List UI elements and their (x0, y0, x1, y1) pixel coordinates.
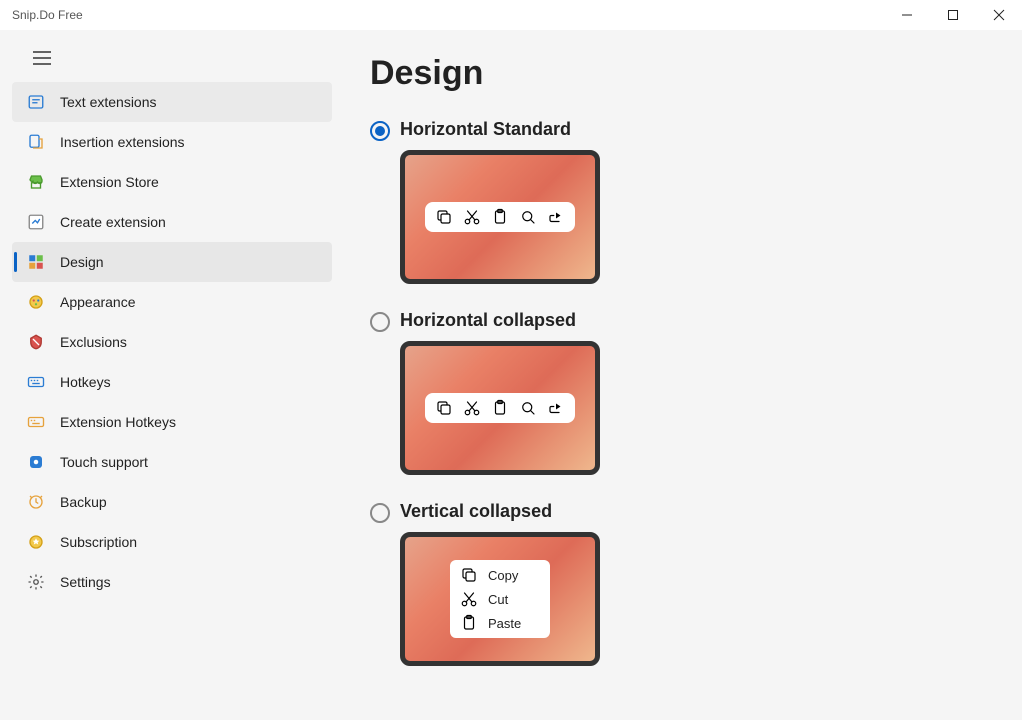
preview-menu-row: Paste (460, 614, 540, 632)
sidebar-item-label: Touch support (60, 454, 148, 470)
sidebar-item-backup[interactable]: Backup (12, 482, 332, 522)
design-option-label[interactable]: Horizontal Standard (400, 119, 600, 140)
sidebar-item-label: Appearance (60, 294, 136, 310)
design-option: Horizontal Standard (370, 119, 992, 284)
sidebar-item-label: Subscription (60, 534, 137, 550)
share-icon (547, 399, 565, 417)
maximize-icon (947, 9, 959, 21)
sidebar-item-subscription[interactable]: Subscription (12, 522, 332, 562)
sidebar-item-label: Settings (60, 574, 111, 590)
sidebar-item-touch[interactable]: Touch support (12, 442, 332, 482)
sidebar-item-label: Design (60, 254, 104, 270)
close-button[interactable] (976, 0, 1022, 30)
sidebar-item-appearance[interactable]: Appearance (12, 282, 332, 322)
preview-toolbar (425, 202, 575, 232)
copy-icon (460, 566, 478, 584)
title-bar: Snip.Do Free (0, 0, 1022, 30)
create-icon (26, 212, 46, 232)
sidebar-item-ext-hotkeys[interactable]: Extension Hotkeys (12, 402, 332, 442)
sidebar-item-design[interactable]: Design (12, 242, 332, 282)
sidebar-item-label: Hotkeys (60, 374, 111, 390)
preview-menu-label: Cut (488, 592, 508, 607)
maximize-button[interactable] (930, 0, 976, 30)
design-option-radio[interactable] (370, 503, 390, 523)
design-option: Horizontal collapsed (370, 310, 992, 475)
sidebar-item-label: Backup (60, 494, 107, 510)
design-option-label[interactable]: Horizontal collapsed (400, 310, 600, 331)
paste-icon (460, 614, 478, 632)
cut-icon (463, 399, 481, 417)
text-ext-icon (26, 92, 46, 112)
design-option-label[interactable]: Vertical collapsed (400, 501, 600, 522)
sidebar-item-insert-ext[interactable]: Insertion extensions (12, 122, 332, 162)
window-title: Snip.Do Free (12, 8, 83, 22)
hamburger-icon (33, 51, 51, 65)
window-controls (884, 0, 1022, 30)
search-icon (519, 399, 537, 417)
sidebar-item-hotkeys[interactable]: Hotkeys (12, 362, 332, 402)
store-icon (26, 172, 46, 192)
main-content: Design Horizontal Standard Horizontal co… (340, 30, 1022, 720)
preview-toolbar (425, 393, 575, 423)
sidebar-item-exclusions[interactable]: Exclusions (12, 322, 332, 362)
preview-menu-row: Copy (460, 566, 540, 584)
sidebar-item-label: Text extensions (60, 94, 157, 110)
paste-icon (491, 399, 509, 417)
minimize-icon (901, 9, 913, 21)
design-icon (26, 252, 46, 272)
paste-icon (491, 208, 509, 226)
settings-icon (26, 572, 46, 592)
design-preview (400, 150, 600, 284)
copy-icon (435, 208, 453, 226)
copy-icon (435, 399, 453, 417)
design-option-radio[interactable] (370, 312, 390, 332)
close-icon (993, 9, 1005, 21)
menu-toggle-button[interactable] (22, 40, 62, 76)
subscription-icon (26, 532, 46, 552)
sidebar-item-label: Create extension (60, 214, 166, 230)
minimize-button[interactable] (884, 0, 930, 30)
appearance-icon (26, 292, 46, 312)
preview-menu-label: Paste (488, 616, 521, 631)
exclusions-icon (26, 332, 46, 352)
preview-toolbar: Copy Cut Paste (450, 560, 550, 638)
preview-menu-label: Copy (488, 568, 518, 583)
design-option: Vertical collapsed Copy Cut Paste (370, 501, 992, 666)
insert-ext-icon (26, 132, 46, 152)
sidebar-item-text-ext[interactable]: Text extensions (12, 82, 332, 122)
sidebar-item-create[interactable]: Create extension (12, 202, 332, 242)
page-title: Design (370, 54, 992, 93)
preview-menu-row: Cut (460, 590, 540, 608)
hotkeys-icon (26, 372, 46, 392)
share-icon (547, 208, 565, 226)
sidebar-item-label: Extension Store (60, 174, 159, 190)
search-icon (519, 208, 537, 226)
touch-icon (26, 452, 46, 472)
sidebar-item-settings[interactable]: Settings (12, 562, 332, 602)
sidebar-item-label: Exclusions (60, 334, 127, 350)
cut-icon (463, 208, 481, 226)
design-option-radio[interactable] (370, 121, 390, 141)
backup-icon (26, 492, 46, 512)
sidebar: Text extensions Insertion extensions Ext… (0, 30, 340, 720)
ext-hotkeys-icon (26, 412, 46, 432)
design-preview (400, 341, 600, 475)
sidebar-item-label: Insertion extensions (60, 134, 185, 150)
cut-icon (460, 590, 478, 608)
sidebar-item-label: Extension Hotkeys (60, 414, 176, 430)
sidebar-item-store[interactable]: Extension Store (12, 162, 332, 202)
design-preview: Copy Cut Paste (400, 532, 600, 666)
